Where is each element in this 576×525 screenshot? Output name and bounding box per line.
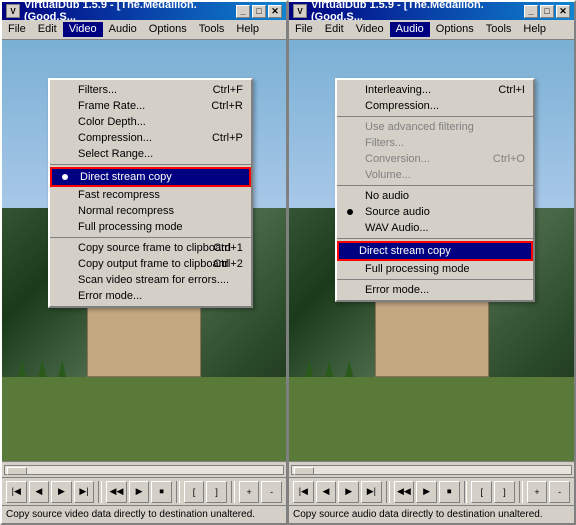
left-building (87, 145, 201, 377)
right-menu-file[interactable]: File (289, 22, 319, 37)
left-status-bar: Copy source video data directly to desti… (2, 505, 286, 523)
right-title-bar: V VirtualDub 1.5.9 - [The.Medallion.(Goo… (289, 2, 574, 20)
left-menu-video[interactable]: Video (63, 22, 103, 37)
right-minimize-button[interactable]: _ (524, 5, 538, 18)
right-tb-mark-out[interactable]: ] (494, 481, 515, 503)
win-pane (94, 167, 117, 177)
left-building-windows (88, 146, 200, 185)
left-title-buttons: _ □ ✕ (236, 5, 282, 18)
right-close-button[interactable]: ✕ (556, 5, 570, 18)
left-menu-help[interactable]: Help (230, 22, 265, 37)
left-title-bar: V VirtualDub 1.5.9 - [The.Medallion.(Goo… (2, 2, 286, 20)
tb-prev-frame[interactable]: ◀ (29, 481, 50, 503)
win-pane (459, 154, 482, 164)
right-title-buttons: _ □ ✕ (524, 5, 570, 18)
left-status-text: Copy source video data directly to desti… (6, 509, 255, 520)
tb-skip-start[interactable]: |◀ (6, 481, 27, 503)
right-tb-mark-in[interactable]: [ (471, 481, 492, 503)
win-pane (433, 167, 456, 177)
tb-play-back[interactable]: ◀◀ (106, 481, 127, 503)
left-video-frame (2, 40, 286, 461)
left-maximize-button[interactable]: □ (252, 5, 266, 18)
win-pane (171, 167, 194, 177)
right-building-windows (376, 146, 488, 185)
tb-play[interactable]: ▶ (129, 481, 150, 503)
right-tb-skip-end[interactable]: ▶| (361, 481, 382, 503)
right-status-text: Copy source audio data directly to desti… (293, 509, 543, 520)
win-pane (120, 154, 143, 164)
right-tb-play-back[interactable]: ◀◀ (394, 481, 415, 503)
left-ground (2, 377, 286, 461)
tb-mark-in[interactable]: [ (184, 481, 205, 503)
right-scrollbar-thumb[interactable] (294, 467, 314, 475)
right-tb-next-frame[interactable]: ▶ (338, 481, 359, 503)
tb-next-frame[interactable]: ▶ (51, 481, 72, 503)
left-app-icon: V (6, 4, 20, 18)
right-menu-audio[interactable]: Audio (390, 22, 430, 37)
right-video-frame (289, 40, 574, 461)
right-ground (289, 377, 574, 461)
left-menu-file[interactable]: File (2, 22, 32, 37)
tb-sep-2 (176, 481, 180, 503)
right-status-bar: Copy source audio data directly to desti… (289, 505, 574, 523)
tb-mark-out[interactable]: ] (206, 481, 227, 503)
right-tb-skip-start[interactable]: |◀ (293, 481, 314, 503)
right-window: V VirtualDub 1.5.9 - [The.Medallion.(Goo… (288, 0, 576, 525)
right-tb-prev-frame[interactable]: ◀ (316, 481, 337, 503)
tb-sep-3 (231, 481, 235, 503)
left-close-button[interactable]: ✕ (268, 5, 282, 18)
win-pane (459, 167, 482, 177)
tb-stop[interactable]: ⏹ (151, 481, 172, 503)
right-toolbar: |◀ ◀ ▶ ▶| ◀◀ ▶ ⏹ [ ] + - (289, 477, 574, 505)
right-tb-sep-2 (464, 481, 468, 503)
right-tb-sep-1 (386, 481, 390, 503)
win-pane (407, 154, 430, 164)
left-scrollbar-track[interactable] (4, 465, 284, 475)
left-menu-audio[interactable]: Audio (103, 22, 143, 37)
win-pane (94, 154, 117, 164)
right-tb-play[interactable]: ▶ (416, 481, 437, 503)
right-menu-bar: File Edit Video Audio Options Tools Help (289, 20, 574, 40)
tb-zoom-out[interactable]: - (261, 481, 282, 503)
win-pane (433, 154, 456, 164)
right-menu-video[interactable]: Video (350, 22, 390, 37)
right-menu-tools[interactable]: Tools (480, 22, 518, 37)
tb-sep-1 (98, 481, 102, 503)
right-menu-help[interactable]: Help (517, 22, 552, 37)
win-pane (145, 167, 168, 177)
win-pane (145, 154, 168, 164)
right-tb-stop[interactable]: ⏹ (439, 481, 460, 503)
left-menu-tools[interactable]: Tools (193, 22, 231, 37)
left-scrollbar-thumb[interactable] (7, 467, 27, 475)
right-building (375, 145, 489, 377)
tb-skip-end[interactable]: ▶| (74, 481, 95, 503)
left-scrollbar[interactable] (2, 461, 286, 477)
win-pane (382, 154, 405, 164)
left-video-area: Filters...Ctrl+F Frame Rate...Ctrl+R Col… (2, 40, 286, 461)
left-window: V VirtualDub 1.5.9 - [The.Medallion.(Goo… (0, 0, 288, 525)
right-tb-zoom-out[interactable]: - (549, 481, 570, 503)
right-tb-sep-3 (519, 481, 523, 503)
right-app-icon: V (293, 4, 307, 18)
right-tb-zoom-in[interactable]: + (527, 481, 548, 503)
left-minimize-button[interactable]: _ (236, 5, 250, 18)
right-video-area: Interleaving...Ctrl+I Compression... Use… (289, 40, 574, 461)
left-menu-bar: File Edit Video Audio Options Tools Help (2, 20, 286, 40)
right-scrollbar[interactable] (289, 461, 574, 477)
tb-zoom-in[interactable]: + (239, 481, 260, 503)
left-menu-options[interactable]: Options (143, 22, 193, 37)
right-scrollbar-track[interactable] (291, 465, 572, 475)
right-menu-options[interactable]: Options (430, 22, 480, 37)
left-toolbar: |◀ ◀ ▶ ▶| ◀◀ ▶ ⏹ [ ] + - (2, 477, 286, 505)
left-menu-edit[interactable]: Edit (32, 22, 63, 37)
win-pane (171, 154, 194, 164)
right-maximize-button[interactable]: □ (540, 5, 554, 18)
win-pane (382, 167, 405, 177)
right-menu-edit[interactable]: Edit (319, 22, 350, 37)
win-pane (407, 167, 430, 177)
win-pane (120, 167, 143, 177)
